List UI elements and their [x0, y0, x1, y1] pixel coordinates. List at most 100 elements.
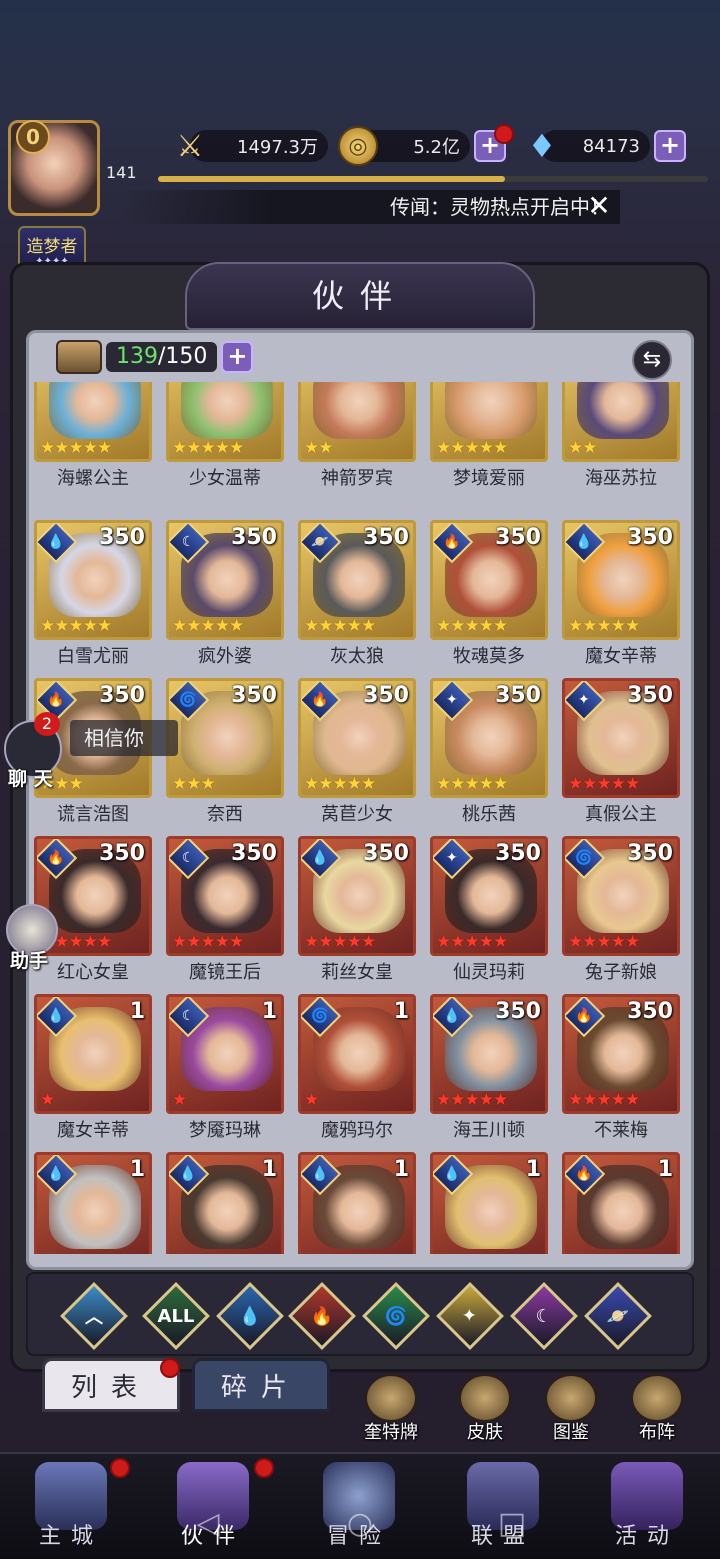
partner-stars: ★★★★★	[436, 438, 508, 458]
partner-stars: ★★★	[172, 774, 216, 794]
codex-icon	[545, 1374, 597, 1422]
element-glyph: ☾	[181, 1008, 195, 1024]
partner-card[interactable]: 350 💧 ★★★★★	[562, 520, 680, 640]
element-glyph: ☾	[181, 534, 195, 550]
partner-card[interactable]: 350 🌀 ★★★★★	[562, 836, 680, 956]
partner-portrait	[181, 382, 273, 439]
element-glyph: 💧	[443, 1166, 461, 1182]
partner-card[interactable]: 350 ✦ ★★★★★	[430, 678, 548, 798]
tarot-icon	[365, 1374, 417, 1422]
partner-card[interactable]: 350 🔥 ★★★★★	[562, 994, 680, 1114]
filter-default-icon: ︿	[85, 1307, 103, 1328]
partner-card[interactable]: 350 🔥 ★★★★★	[298, 678, 416, 798]
partner-stars: ★	[304, 1090, 319, 1110]
partner-card[interactable]: 350 💧 ★★★★★	[34, 520, 152, 640]
partner-card[interactable]: 1 💧	[166, 1152, 284, 1254]
partner-name: 白雪尤丽	[57, 646, 129, 667]
vip-badge[interactable]: 0	[16, 120, 50, 154]
element-glyph: 💧	[47, 1166, 65, 1182]
partner-level: 1	[657, 1157, 673, 1182]
codex-button[interactable]: 图鉴	[532, 1374, 610, 1444]
partner-card[interactable]: 350 ✦ ★★★★★	[562, 678, 680, 798]
add-diamond-button[interactable]: +	[654, 130, 686, 162]
partner-name: 谎言浩图	[57, 804, 129, 825]
element-glyph: ✦	[578, 691, 590, 708]
nav-events[interactable]: 活动	[582, 1456, 712, 1556]
partner-name: 莉丝女皇	[321, 962, 393, 983]
partner-card[interactable]: 350 💧 ★★★★★	[298, 836, 416, 956]
partner-name: 不莱梅	[594, 1120, 648, 1141]
partner-card[interactable]: 1 💧	[430, 1152, 548, 1254]
partner-card[interactable]: 1 💧	[298, 1152, 416, 1254]
element-glyph: 🔥	[443, 534, 461, 550]
system-home-icon[interactable]: ○	[342, 1506, 378, 1542]
partner-card[interactable]: 350 🔥 ★★★★★	[430, 520, 548, 640]
partner-card[interactable]: 350 ☾ ★★★★★	[166, 520, 284, 640]
partner-grid: 350★★★★★海螺公主350★★★★★少女温蒂350★★神箭罗宾350★★★★…	[26, 382, 694, 1254]
tab-fragments[interactable]: 碎片	[192, 1358, 330, 1412]
partner-stars: ★★★★★	[568, 616, 640, 636]
partner-stars: ★★★★★	[172, 438, 244, 458]
partner-stars: ★★★★★	[568, 932, 640, 952]
element-glyph: 💧	[575, 534, 593, 550]
element-glyph: ✦	[446, 849, 458, 866]
system-back-icon[interactable]: ◁	[190, 1506, 226, 1542]
element-glyph: 💧	[311, 1166, 329, 1182]
partner-card[interactable]: 350★★★★★	[166, 382, 284, 462]
skins-icon	[459, 1374, 511, 1422]
power-value: 1497.3万	[237, 137, 318, 158]
partner-name: 少女温蒂	[189, 468, 261, 489]
nav-city-label: 主城	[38, 1524, 103, 1549]
partner-level: 350	[231, 683, 277, 708]
partner-card[interactable]: 1 ☾ ★	[166, 994, 284, 1114]
expand-roster-button[interactable]: +	[221, 341, 254, 373]
skins-button[interactable]: 皮肤	[446, 1374, 524, 1444]
partner-card[interactable]: 350 ☾ ★★★★★	[166, 836, 284, 956]
roster-capacity: /150	[158, 344, 208, 369]
partner-card[interactable]: 350★★★★★	[430, 382, 548, 462]
chat-label: 聊 天	[8, 768, 53, 790]
filter-wind-icon: 🌀	[384, 1305, 408, 1327]
partner-card[interactable]: 350★★	[298, 382, 416, 462]
partner-level: 350	[363, 525, 409, 550]
partner-card[interactable]: 350 ✦ ★★★★★	[430, 836, 548, 956]
list-notification-dot	[160, 1358, 180, 1378]
tarot-button[interactable]: 奎特牌	[352, 1374, 430, 1444]
partner-card[interactable]: 350 🌀 ★★★	[166, 678, 284, 798]
partner-name: 灰太狼	[330, 646, 384, 667]
partner-name: 魔镜王后	[189, 962, 261, 983]
partner-stars: ★★★★★	[436, 932, 508, 952]
partner-level: 1	[261, 1157, 277, 1182]
partner-name: 梦境爱丽	[453, 468, 525, 489]
formation-button[interactable]: 布阵	[618, 1374, 696, 1444]
partner-level: 350	[99, 683, 145, 708]
partner-card[interactable]: 1 🔥	[562, 1152, 680, 1254]
sort-toggle-icon[interactable]: ⇆	[632, 340, 672, 380]
element-glyph: 💧	[47, 534, 65, 550]
partner-card[interactable]: 1 🌀 ★	[298, 994, 416, 1114]
partner-card[interactable]: 1 💧	[34, 1152, 152, 1254]
partner-level: 350	[363, 841, 409, 866]
partner-card[interactable]: 350★★	[562, 382, 680, 462]
partner-level: 1	[525, 1157, 541, 1182]
city-notification-dot	[110, 1458, 130, 1478]
partner-name: 海王川顿	[453, 1120, 525, 1141]
gold-coin-icon: ◎	[338, 126, 378, 166]
chat-preview[interactable]: 相信你	[70, 720, 178, 756]
codex-label: 图鉴	[553, 1422, 589, 1443]
filter-fire-icon: 🔥	[310, 1305, 334, 1327]
system-recent-icon[interactable]: □	[494, 1506, 530, 1542]
element-glyph: 💧	[47, 1008, 65, 1024]
rumor-close-icon[interactable]: ✕	[584, 192, 614, 222]
partner-stars: ★★★★★	[172, 616, 244, 636]
rank-title: 造梦者	[26, 237, 78, 257]
gold-notification-dot	[494, 124, 514, 144]
partner-card[interactable]: 350 🪐 ★★★★★	[298, 520, 416, 640]
partner-card[interactable]: 1 💧 ★	[34, 994, 152, 1114]
partner-card[interactable]: 350★★★★★	[34, 382, 152, 462]
element-glyph: 🔥	[47, 692, 65, 708]
partner-card[interactable]: 350 💧 ★★★★★	[430, 994, 548, 1114]
element-glyph: ☾	[181, 850, 195, 866]
partner-name: 真假公主	[585, 804, 657, 825]
element-glyph: 🌀	[179, 692, 197, 708]
